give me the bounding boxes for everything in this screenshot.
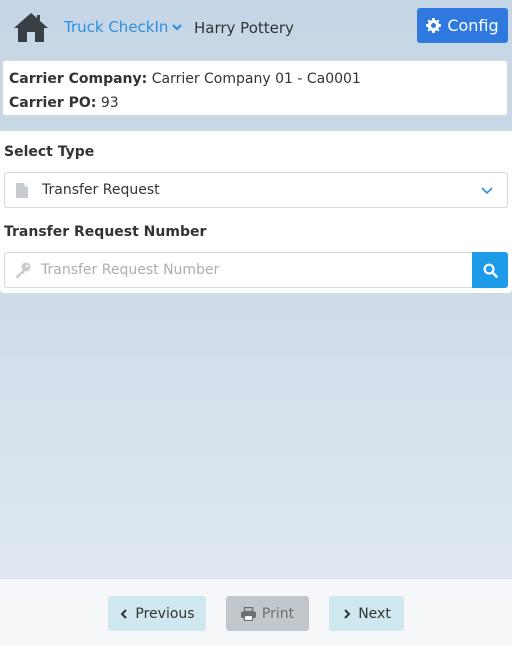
checkin-form: Select Type Transfer Request Transfer Re… <box>0 131 512 293</box>
top-bar: Truck CheckIn Harry Pottery Config <box>0 0 512 56</box>
chevron-down-icon <box>172 24 183 31</box>
next-button[interactable]: Next <box>329 596 404 631</box>
config-label: Config <box>447 16 499 35</box>
carrier-company-row: Carrier Company: Carrier Company 01 - Ca… <box>9 67 501 91</box>
search-button[interactable] <box>472 252 508 288</box>
transfer-number-label: Transfer Request Number <box>4 224 207 240</box>
select-type-value: Transfer Request <box>42 182 160 198</box>
carrier-company-label: Carrier Company: <box>9 71 148 87</box>
select-type-dropdown[interactable]: Transfer Request <box>4 172 508 208</box>
truck-checkin-menu[interactable]: Truck CheckIn <box>64 18 183 36</box>
transfer-number-group <box>4 252 508 288</box>
print-button[interactable]: Print <box>226 596 309 631</box>
key-icon <box>16 262 31 278</box>
footer-bar: Previous Print Next <box>0 578 512 645</box>
carrier-po-value: 93 <box>100 95 119 111</box>
carrier-info-card: Carrier Company: Carrier Company 01 - Ca… <box>2 60 508 116</box>
select-type-label: Select Type <box>4 144 95 160</box>
config-button[interactable]: Config <box>417 8 508 43</box>
transfer-number-wrap <box>4 252 472 288</box>
chevron-right-icon <box>344 608 351 619</box>
next-label: Next <box>358 605 391 622</box>
chevron-down-icon <box>481 187 493 195</box>
print-label: Print <box>261 605 295 622</box>
user-name: Harry Pottery <box>194 19 294 37</box>
transfer-number-input[interactable] <box>41 262 441 278</box>
menu-label: Truck CheckIn <box>64 18 169 36</box>
file-icon <box>16 182 28 198</box>
gear-icon <box>426 18 442 33</box>
search-icon <box>483 263 498 278</box>
carrier-po-row: Carrier PO: 93 <box>9 91 501 115</box>
previous-button[interactable]: Previous <box>108 596 206 631</box>
carrier-po-label: Carrier PO: <box>9 95 97 111</box>
print-icon <box>240 606 256 621</box>
chevron-left-icon <box>120 608 128 619</box>
home-icon[interactable] <box>13 11 49 43</box>
carrier-company-value: Carrier Company 01 - Ca0001 <box>151 71 361 87</box>
previous-label: Previous <box>135 605 195 622</box>
